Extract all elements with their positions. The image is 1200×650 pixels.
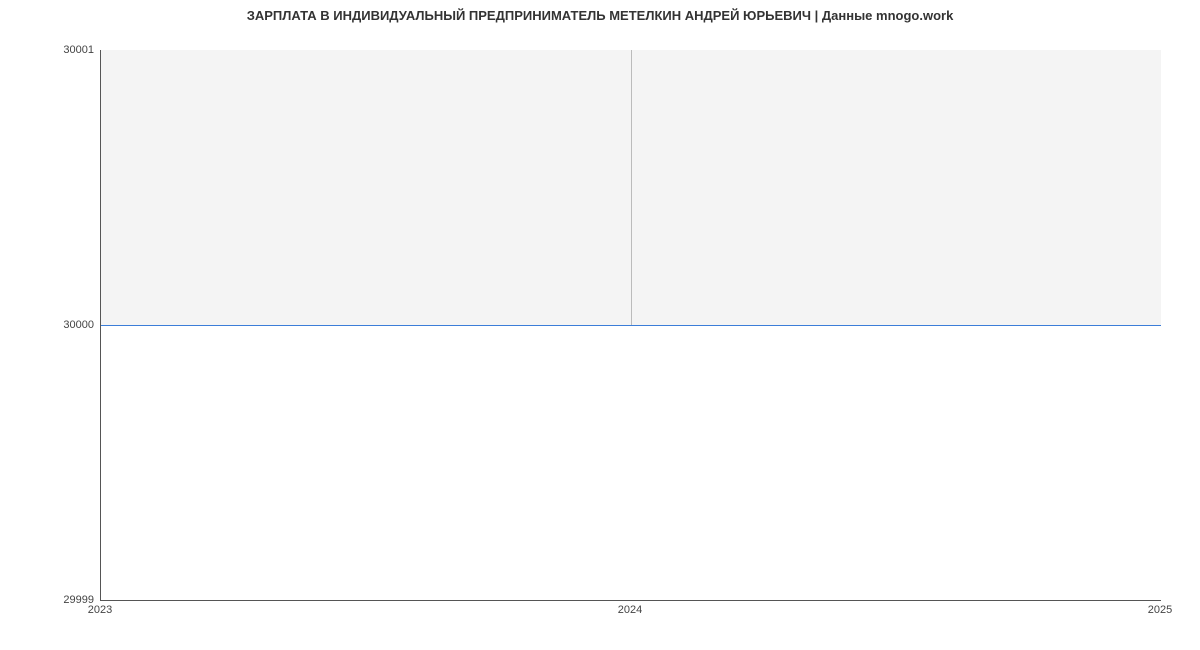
x-tick-label: 2023 — [88, 604, 112, 616]
area-fill — [101, 325, 1161, 600]
x-tick-label: 2025 — [1148, 604, 1172, 616]
x-tick-label: 2024 — [618, 604, 642, 616]
y-tick-label: 30001 — [4, 44, 94, 56]
series-line — [101, 325, 1161, 326]
salary-chart: ЗАРПЛАТА В ИНДИВИДУАЛЬНЫЙ ПРЕДПРИНИМАТЕЛ… — [0, 0, 1200, 650]
y-tick-label: 30000 — [4, 319, 94, 331]
chart-title: ЗАРПЛАТА В ИНДИВИДУАЛЬНЫЙ ПРЕДПРИНИМАТЕЛ… — [0, 8, 1200, 23]
plot-area — [100, 50, 1161, 601]
y-tick-label: 29999 — [4, 594, 94, 606]
